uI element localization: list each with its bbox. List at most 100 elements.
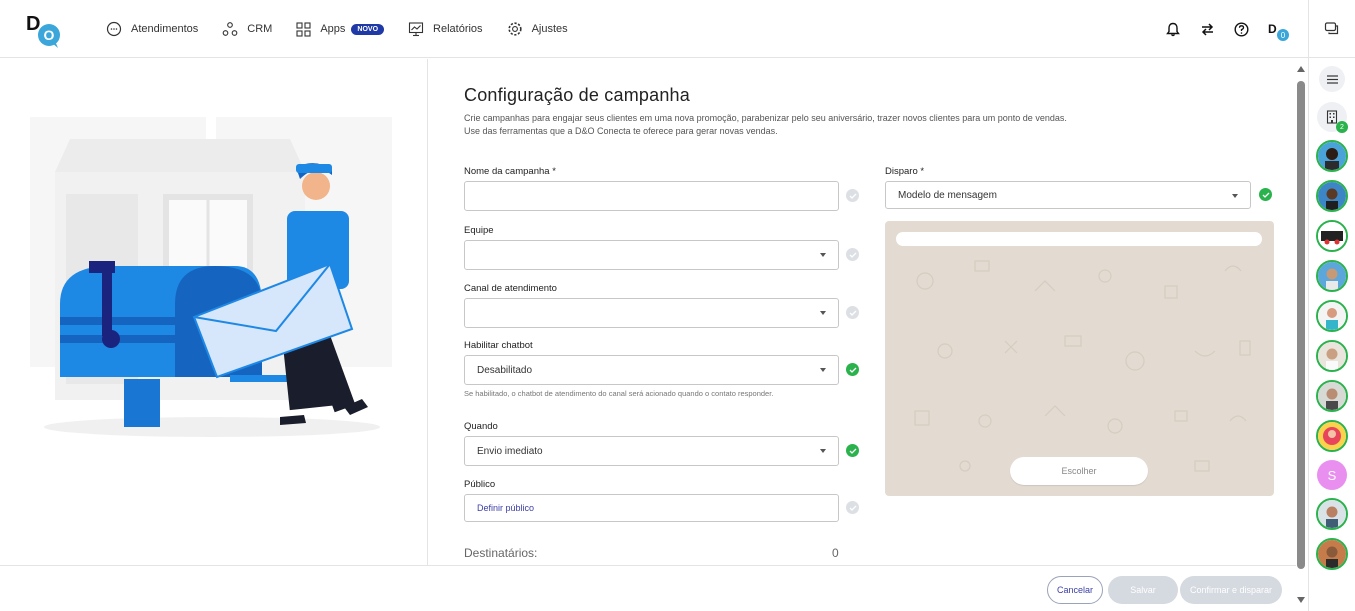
building-icon	[1326, 110, 1338, 124]
transfer-button[interactable]	[1196, 18, 1218, 40]
rail-header	[1309, 0, 1355, 58]
vertical-scrollbar[interactable]	[1296, 59, 1308, 611]
campaign-illustration-panel	[0, 59, 428, 565]
rail-list: 2 S	[1309, 58, 1355, 578]
avatar[interactable]	[1316, 538, 1348, 570]
help-button[interactable]	[1230, 18, 1252, 40]
new-badge: NOVO	[351, 23, 385, 35]
scroll-up-icon[interactable]	[1296, 65, 1306, 73]
chevron-down-icon	[820, 449, 826, 453]
form-footer: Cancelar Salvar Confirmar e disparar	[0, 565, 1296, 611]
svg-text:D: D	[1268, 22, 1277, 36]
when-label: Quando	[464, 421, 498, 432]
avatar[interactable]	[1316, 140, 1348, 172]
check-icon	[846, 501, 859, 514]
avatar[interactable]	[1316, 260, 1348, 292]
company-count-badge: 2	[1336, 121, 1348, 133]
nav-label: Relatórios	[433, 23, 483, 35]
status-button[interactable]: D 0	[1264, 18, 1289, 41]
menu-icon	[1326, 74, 1338, 84]
when-value: Envio imediato	[477, 445, 543, 457]
check-icon	[846, 189, 859, 202]
header-actions: D 0	[1150, 0, 1289, 58]
notifications-button[interactable]	[1162, 18, 1184, 40]
nav-ajustes[interactable]: Ajustes	[507, 21, 568, 37]
page-description: Crie campanhas para engajar seus cliente…	[464, 113, 1067, 136]
dispatch-value: Modelo de mensagem	[898, 189, 997, 201]
chevron-down-icon	[820, 311, 826, 315]
page-title: Configuração de campanha	[464, 85, 690, 105]
chevron-down-icon	[1232, 194, 1238, 198]
campaign-name-input[interactable]	[464, 181, 839, 211]
chat-wallpaper-pattern	[914, 260, 1251, 472]
avatar[interactable]	[1316, 340, 1348, 372]
dispatch-label: Disparo *	[885, 166, 925, 177]
chevron-down-icon	[820, 253, 826, 257]
avatar[interactable]	[1316, 220, 1348, 252]
right-rail: 2 S	[1308, 0, 1355, 611]
nav-label: Atendimentos	[131, 23, 199, 35]
avatar[interactable]	[1316, 180, 1348, 212]
avatar[interactable]	[1316, 380, 1348, 412]
scroll-down-icon[interactable]	[1296, 596, 1306, 604]
chatbot-select[interactable]: Desabilitado	[464, 355, 839, 385]
define-audience-button[interactable]: Definir público	[464, 494, 839, 522]
report-chart-icon	[408, 22, 424, 37]
top-bar: D O Atendimentos CRM Apps NOVO Relatório…	[0, 0, 1308, 58]
chevron-down-icon	[820, 368, 826, 372]
when-select[interactable]: Envio imediato	[464, 436, 839, 466]
choose-template-button[interactable]: Escolher	[1010, 457, 1148, 485]
company-button[interactable]: 2	[1317, 102, 1348, 133]
nav-label: CRM	[247, 23, 273, 35]
gear-icon	[507, 22, 522, 36]
cancel-button[interactable]: Cancelar	[1047, 576, 1103, 604]
status-count-badge: 0	[1277, 29, 1289, 41]
avatar[interactable]	[1316, 420, 1348, 452]
nav-crm[interactable]: CRM	[222, 21, 272, 37]
check-icon	[846, 248, 859, 261]
nav-apps[interactable]: Apps NOVO	[296, 21, 385, 37]
dispatch-select[interactable]: Modelo de mensagem	[885, 181, 1251, 209]
avatar[interactable]	[1316, 300, 1348, 332]
check-icon	[846, 306, 859, 319]
team-select[interactable]	[464, 240, 839, 270]
message-bubble-placeholder	[896, 232, 1262, 246]
check-icon	[1259, 188, 1272, 201]
menu-button[interactable]	[1319, 66, 1345, 92]
nav-label: Apps	[320, 23, 346, 35]
channel-select[interactable]	[464, 298, 839, 328]
avatar-letter[interactable]: S	[1317, 460, 1347, 490]
crm-nodes-icon	[222, 22, 238, 36]
save-button[interactable]: Salvar	[1108, 576, 1178, 604]
bell-icon	[1166, 22, 1180, 36]
message-preview: Escolher	[885, 221, 1274, 496]
mailbox-illustration	[30, 117, 392, 437]
scrollbar-thumb[interactable]	[1297, 81, 1305, 569]
nav-label: Ajustes	[531, 23, 568, 35]
chatbot-value: Desabilitado	[477, 364, 533, 376]
chatbot-label: Habilitar chatbot	[464, 340, 533, 351]
nav-relatorios[interactable]: Relatórios	[408, 21, 483, 37]
avatar[interactable]	[1316, 498, 1348, 530]
audience-label: Público	[464, 479, 496, 490]
channel-label: Canal de atendimento	[464, 283, 557, 294]
help-icon	[1233, 21, 1249, 37]
chatbot-hint: Se habilitado, o chatbot de atendimento …	[464, 389, 774, 398]
main-nav: Atendimentos CRM Apps NOVO Relatórios Aj…	[106, 0, 592, 58]
recipients-count: 0	[832, 546, 839, 560]
team-label: Equipe	[464, 225, 494, 236]
confirm-dispatch-button[interactable]: Confirmar e disparar	[1180, 576, 1282, 604]
recipients-label: Destinatários:	[464, 546, 538, 560]
conversations-icon[interactable]	[1324, 21, 1340, 37]
nav-atendimentos[interactable]: Atendimentos	[106, 21, 198, 37]
svg-text:D: D	[26, 13, 40, 35]
campaign-form: Configuração de campanha Crie campanhas …	[429, 59, 1296, 565]
chat-bubble-icon	[106, 21, 122, 37]
company-logo[interactable]: D O	[24, 10, 64, 50]
swap-arrows-icon	[1201, 22, 1213, 36]
campaign-name-label: Nome da campanha *	[464, 166, 556, 177]
check-icon	[846, 444, 859, 457]
apps-grid-icon	[296, 21, 311, 37]
check-icon	[846, 363, 859, 376]
svg-text:O: O	[44, 27, 55, 43]
